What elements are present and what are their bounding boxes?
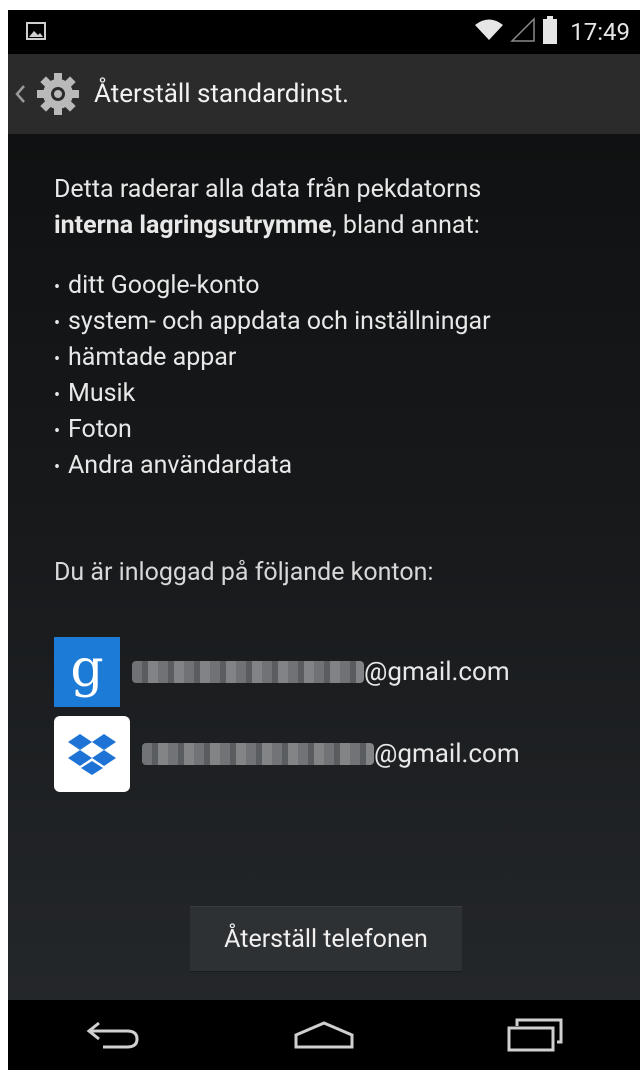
wifi-icon [474,18,504,46]
back-icon[interactable] [73,1010,153,1060]
list-item: • Andra användardata [54,451,293,480]
signal-icon [510,17,536,47]
bullet-list: • ditt Google-konto • system- och appdata … [54,268,491,484]
dropbox-icon [54,716,130,792]
list-item: • Foton [54,415,132,444]
settings-gear-icon[interactable] [34,70,82,118]
intro-text: Detta raderar alla data från pekdatorns … [54,172,614,244]
navigation-bar [8,1000,640,1070]
account-email-suffix: @gmail.com [364,657,510,687]
up-caret-icon[interactable] [14,79,28,109]
list-item: • system- och appdata och inställningar [54,307,491,336]
accounts-label: Du är inloggad på följande konton: [54,558,434,587]
account-row-google: g @gmail.com [54,632,614,712]
action-bar: Återställ standardinst. [8,54,640,134]
battery-icon [542,16,558,48]
list-item: • hämtade appar [54,343,237,372]
intro-normal: Detta raderar alla data från pekdatorns [54,175,482,204]
list-item: • ditt Google-konto [54,271,260,300]
redacted-email [132,661,364,683]
status-time: 17:49 [570,18,630,46]
intro-tail: , bland annat: [331,211,480,240]
reset-phone-button[interactable]: Återställ telefonen [190,906,462,972]
status-icons: 17:49 [474,16,630,48]
page-title: Återställ standardinst. [94,79,349,109]
intro-bold: interna lagringsutrymme [54,211,332,240]
google-icon: g [54,637,120,707]
redacted-email [142,743,374,765]
recent-apps-icon[interactable] [495,1010,575,1060]
home-icon[interactable] [284,1010,364,1060]
list-item: • Musik [54,379,136,408]
image-notification-icon [26,22,46,44]
phone-screen: 17:49 Återställ standardinst. Detta rade… [8,10,640,1070]
account-email-suffix: @gmail.com [374,739,520,769]
content-area: Detta raderar alla data från pekdatorns … [8,134,640,1000]
status-bar: 17:49 [8,10,640,54]
account-row-dropbox: @gmail.com [54,714,614,794]
